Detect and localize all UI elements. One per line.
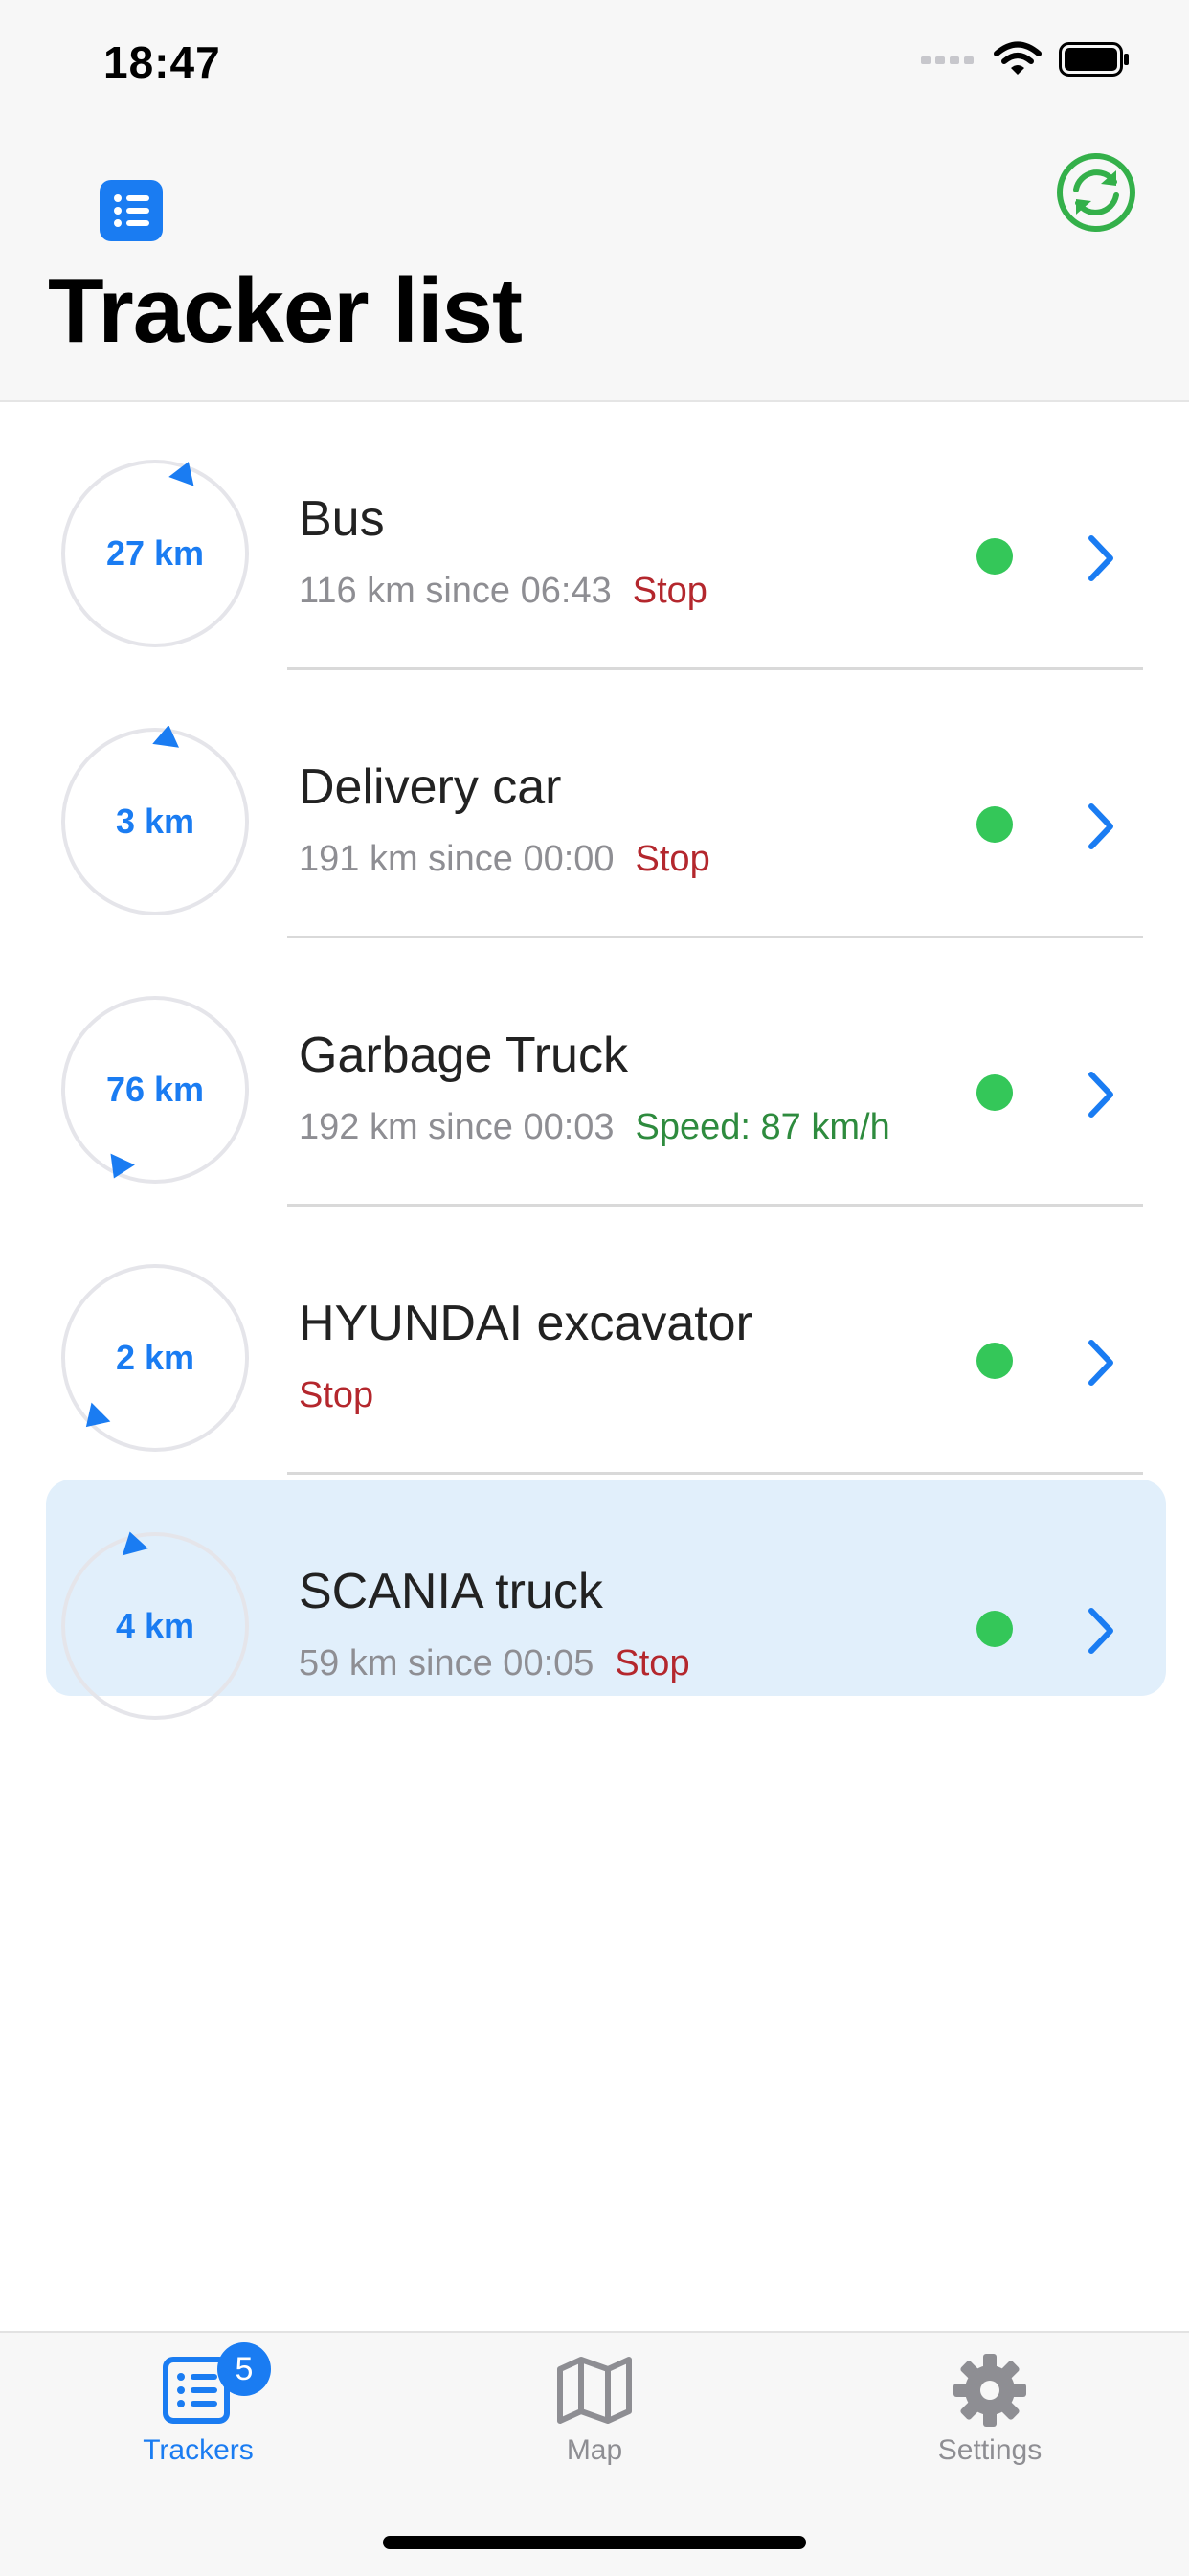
tracker-name: Delivery car (299, 759, 562, 815)
tab-map[interactable]: Map (451, 2333, 738, 2476)
page-title: Tracker list (48, 260, 523, 362)
chevron-right-icon[interactable] (1082, 1069, 1120, 1120)
tab-badge: 5 (217, 2342, 271, 2396)
chevron-right-icon[interactable] (1082, 1337, 1120, 1389)
list-view-button[interactable] (100, 180, 163, 241)
tracker-state: Speed: 87 km/h (635, 1107, 890, 1147)
tab-label: Map (566, 2434, 623, 2466)
gear-icon (953, 2354, 1026, 2427)
tab-settings[interactable]: Settings (846, 2333, 1133, 2476)
tracker-summary-line: 116 km since 06:43 Stop (299, 571, 707, 612)
tracker-row[interactable]: 2 km HYUNDAI excavator Stop (0, 1207, 1189, 1475)
refresh-icon (1057, 153, 1135, 232)
status-icons (921, 40, 1132, 79)
tracker-row[interactable]: 3 km Delivery car 191 km since 00:00 Stop (0, 670, 1189, 938)
chevron-right-icon[interactable] (1082, 532, 1120, 584)
tab-label: Settings (937, 2434, 1043, 2466)
tracker-row[interactable]: 4 km SCANIA truck 59 km since 00:05 Stop (0, 1475, 1189, 1743)
tracker-state: Stop (299, 1375, 374, 1415)
online-status-dot (976, 1074, 1013, 1111)
online-status-dot (976, 538, 1013, 575)
navigation-header: Tracker list (0, 124, 1189, 402)
tracker-name: SCANIA truck (299, 1564, 603, 1619)
tracker-state: Stop (635, 839, 710, 879)
wifi-icon (994, 41, 1042, 75)
tracker-mileage: 192 km since 00:03 (299, 1107, 615, 1147)
online-status-dot (976, 1611, 1013, 1647)
distance-label: 4 km (115, 1606, 195, 1645)
tracker-summary-line: Stop (299, 1375, 373, 1416)
list-icon (114, 194, 149, 227)
tracker-name: HYUNDAI excavator (299, 1296, 752, 1351)
tracker-summary-line: 191 km since 00:00 Stop (299, 839, 710, 880)
refresh-button[interactable] (1053, 149, 1139, 236)
tracker-name: Garbage Truck (299, 1028, 628, 1083)
tracker-row[interactable]: 76 km Garbage Truck 192 km since 00:03 Sp… (0, 938, 1189, 1207)
tracker-state: Stop (615, 1643, 690, 1683)
tracker-mileage: 59 km since 00:05 (299, 1643, 594, 1683)
tracker-mileage: 116 km since 06:43 (299, 571, 612, 611)
tab-label: Trackers (143, 2434, 254, 2466)
home-indicator (383, 2536, 806, 2549)
cellular-signal-icon (921, 56, 974, 64)
status-time: 18:47 (103, 37, 221, 87)
distance-label: 2 km (115, 1338, 195, 1377)
online-status-dot (976, 1343, 1013, 1379)
chevron-right-icon[interactable] (1082, 801, 1120, 852)
tracker-summary-line: 192 km since 00:03 Speed: 87 km/h (299, 1107, 890, 1148)
distance-label: 76 km (105, 1070, 205, 1109)
tracker-summary-line: 59 km since 00:05 Stop (299, 1643, 690, 1684)
tracker-row[interactable]: 27 km Bus 116 km since 06:43 Stop (0, 402, 1189, 670)
distance-label: 27 km (105, 533, 205, 573)
status-bar: 18:47 (0, 0, 1189, 124)
battery-icon (1059, 42, 1129, 77)
chevron-right-icon[interactable] (1082, 1605, 1120, 1657)
online-status-dot (976, 806, 1013, 843)
distance-label: 3 km (115, 802, 195, 841)
tracker-name: Bus (299, 491, 385, 547)
tracker-mileage: 191 km since 00:00 (299, 839, 615, 879)
map-icon (557, 2357, 632, 2424)
tracker-state: Stop (632, 571, 707, 611)
tab-trackers[interactable]: 5 Trackers (55, 2333, 342, 2476)
